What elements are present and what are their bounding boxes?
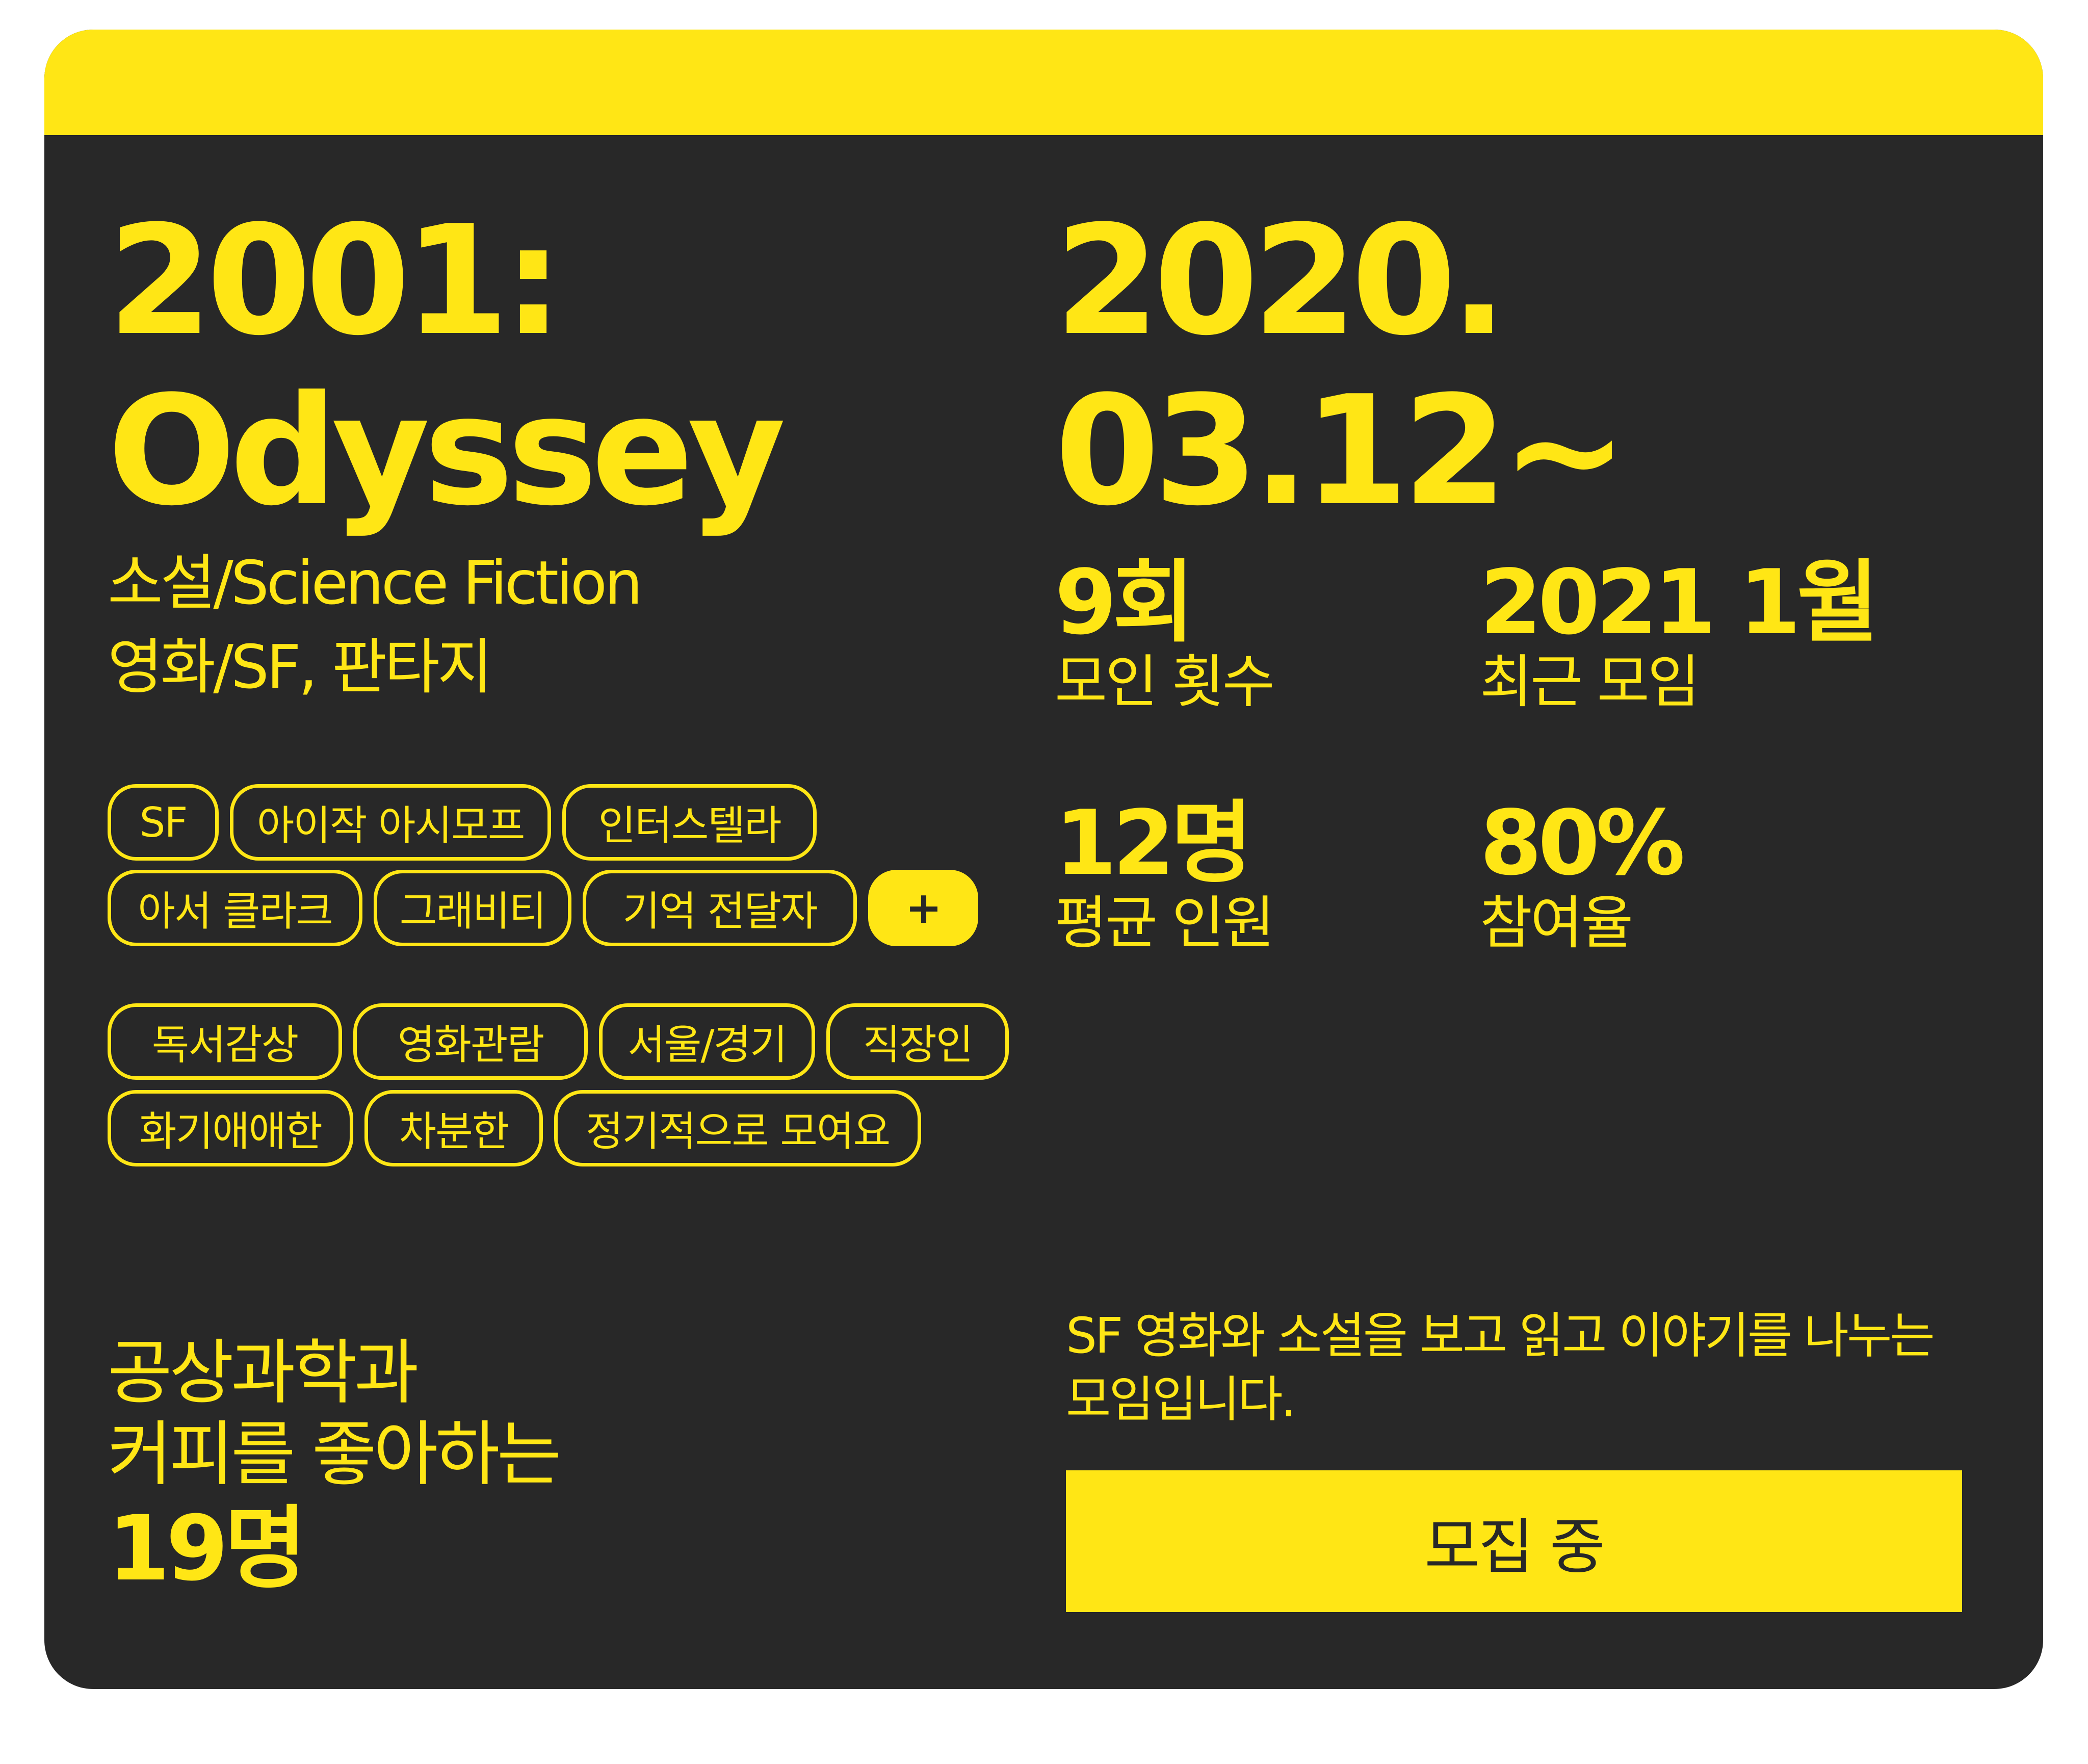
tag-the-giver[interactable]: 기억 전달자 <box>583 870 857 946</box>
club-title-line1: 2001: <box>108 193 563 369</box>
tag-regular-meetings[interactable]: 정기적으로 모여요 <box>554 1090 921 1166</box>
start-date-line1: 2020. <box>1055 193 1507 369</box>
tag-sf[interactable]: SF <box>108 784 219 861</box>
club-description-line1: SF 영화와 소설을 보고 읽고 이야기를 나누는 <box>1066 1307 1935 1364</box>
tag-calm[interactable]: 차분한 <box>364 1090 543 1166</box>
stat-meeting-count-value: 9회 <box>1055 551 1195 655</box>
start-date-line2: 03.12~ <box>1055 363 1628 539</box>
mood-tags-row1: 독서감상 영화관람 서울/경기 직장인 <box>108 1003 1009 1080</box>
stat-attendance-label: 참여율 <box>1480 890 1633 956</box>
tag-interstellar[interactable]: 인터스텔라 <box>562 784 817 861</box>
tag-gravity[interactable]: 그래비티 <box>374 870 571 946</box>
more-tags-button[interactable]: + <box>868 870 978 946</box>
genre-movie: 영화/SF, 판타지 <box>108 632 492 702</box>
tag-arthur-clarke[interactable]: 아서 클라크 <box>108 870 362 946</box>
members-count: 19명 <box>108 1496 307 1601</box>
keyword-tags-row1: SF 아이작 아시모프 인터스텔라 <box>108 784 817 861</box>
stat-recent-meeting-label: 최근 모임 <box>1480 649 1700 715</box>
card-top-bar <box>44 30 2043 135</box>
keyword-tags-row2: 아서 클라크 그래비티 기억 전달자 + <box>108 870 978 946</box>
tag-reading[interactable]: 독서감상 <box>108 1003 342 1080</box>
mood-tags-row2: 화기애애한 차분한 정기적으로 모여요 <box>108 1090 921 1166</box>
tag-isaac-asimov[interactable]: 아이작 아시모프 <box>230 784 551 861</box>
stat-avg-members-value: 12명 <box>1055 792 1253 895</box>
tag-movie-watching[interactable]: 영화관람 <box>353 1003 588 1080</box>
club-card: 2001: Odyssey 소설/Science Fiction 영화/SF, … <box>44 30 2043 1689</box>
members-description-line2: 커피를 좋아하는 <box>108 1413 562 1495</box>
tag-seoul-gyeonggi[interactable]: 서울/경기 <box>599 1003 815 1080</box>
genre-book: 소설/Science Fiction <box>108 548 643 618</box>
recruiting-status-button[interactable]: 모집 중 <box>1066 1470 1962 1612</box>
club-description-line2: 모임입니다. <box>1066 1371 1296 1428</box>
stat-recent-meeting-value: 2021 1월 <box>1480 551 1879 655</box>
tag-office-worker[interactable]: 직장인 <box>826 1003 1009 1080</box>
stat-attendance-value: 80% <box>1480 792 1685 895</box>
club-title-line2: Odyssey <box>108 363 786 539</box>
members-description-line1: 공상과학과 <box>108 1332 419 1414</box>
stat-avg-members-label: 평균 인원 <box>1055 890 1275 956</box>
tag-friendly[interactable]: 화기애애한 <box>108 1090 353 1166</box>
stat-meeting-count-label: 모인 횟수 <box>1055 649 1275 715</box>
